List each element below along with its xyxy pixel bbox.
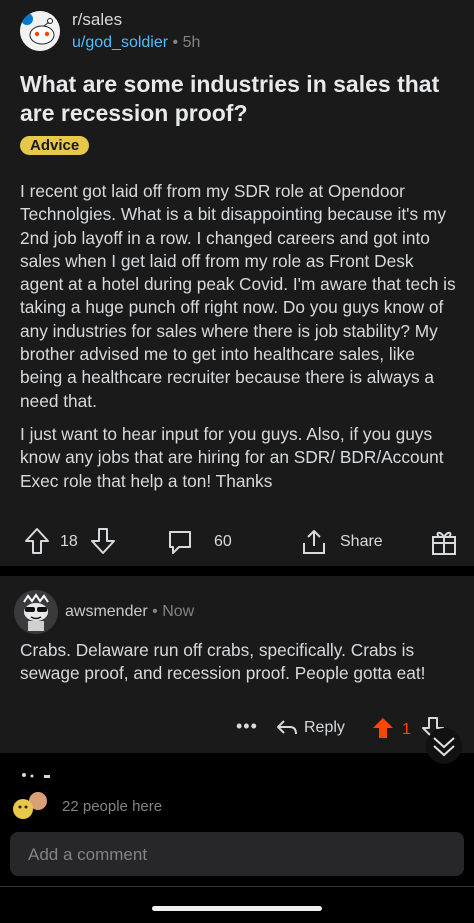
subreddit-name[interactable]: r/sales	[72, 10, 200, 30]
comment-text: Crabs. Delaware run off crabs, specifica…	[20, 640, 426, 684]
bottom-divider	[0, 886, 474, 887]
post-author[interactable]: u/god_soldier	[72, 34, 168, 51]
reply-label: Reply	[304, 719, 345, 736]
reply-arrow-icon	[277, 720, 297, 735]
share-label: Share	[340, 533, 383, 550]
snoo-sunglasses-avatar-icon	[14, 590, 58, 634]
meta-separator: •	[152, 603, 158, 620]
home-indicator[interactable]	[152, 906, 322, 911]
ellipsis-icon: •••	[236, 716, 258, 736]
post-body-paragraph: I just want to hear input for you guys. …	[20, 423, 444, 491]
comment-meta: awsmender • Now	[65, 603, 194, 621]
add-comment-input[interactable]: Add a comment	[10, 832, 464, 876]
meta-separator: •	[172, 34, 179, 51]
partial-avatar-icon	[22, 773, 50, 778]
comment-count: 60	[214, 533, 232, 550]
comment-author[interactable]: awsmender	[65, 603, 148, 620]
section-divider	[0, 566, 474, 576]
share-upload-icon	[303, 530, 325, 554]
post-flair[interactable]: Advice	[20, 136, 90, 155]
speech-bubble-icon	[169, 531, 191, 554]
gift-award-icon	[432, 531, 456, 555]
next-comment-preview	[18, 768, 78, 780]
double-chevron-down-icon	[433, 737, 455, 757]
more-options-button[interactable]: •••	[236, 716, 258, 737]
arrow-up-outline-icon	[25, 528, 49, 554]
post-action-bar: 18 60 Share	[0, 525, 474, 561]
comment-card: awsmender • Now Crabs. Delaware run off …	[0, 576, 474, 753]
comment-age: Now	[162, 603, 195, 620]
post-card: r/sales u/god_soldier • 5h What are some…	[0, 0, 474, 566]
comment-action-bar: ••• Reply 1	[0, 716, 474, 746]
share-button[interactable]: Share	[300, 528, 383, 556]
post-header: r/sales u/god_soldier • 5h	[20, 10, 200, 52]
post-title: What are some industries in sales that a…	[20, 71, 440, 126]
comment-upvote-button[interactable]	[372, 716, 394, 740]
post-body: I recent got laid off from my SDR role a…	[20, 180, 460, 503]
post-body-paragraph: I recent got laid off from my SDR role a…	[20, 181, 456, 411]
arrow-down-outline-icon	[91, 528, 115, 554]
people-here-text: 22 people here	[62, 798, 163, 815]
reddit-snoo-icon	[20, 11, 60, 51]
subreddit-avatar[interactable]	[20, 11, 60, 51]
post-score: 18	[60, 533, 78, 550]
upvote-button[interactable]	[24, 527, 50, 555]
add-comment-placeholder: Add a comment	[28, 845, 148, 864]
downvote-button[interactable]	[90, 527, 116, 555]
post-age: 5h	[182, 34, 201, 51]
comment-score: 1	[402, 721, 411, 738]
avatar-stack-icon	[13, 792, 47, 819]
comments-button[interactable]	[166, 528, 194, 556]
people-here-row[interactable]: 22 people here	[10, 790, 464, 822]
reply-button[interactable]: Reply	[276, 718, 345, 738]
avatar[interactable]	[14, 590, 58, 634]
award-button[interactable]	[430, 528, 458, 556]
scroll-down-button[interactable]	[426, 728, 462, 764]
arrow-up-filled-icon	[373, 718, 393, 738]
